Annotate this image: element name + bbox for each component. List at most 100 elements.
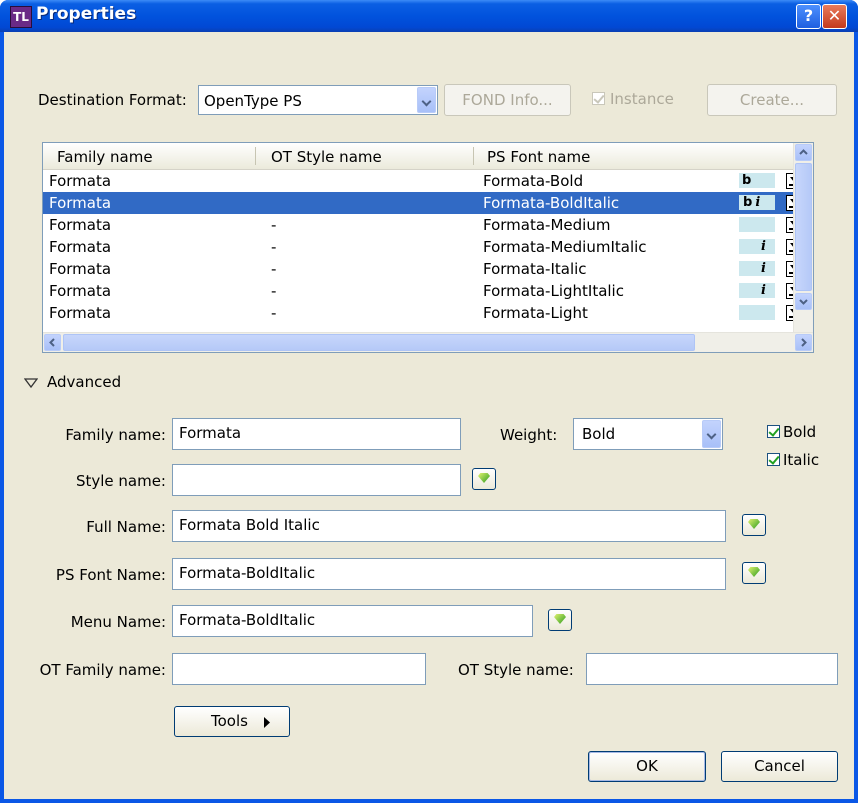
ot-style-cell: - bbox=[271, 260, 277, 278]
weight-select[interactable]: Bold bbox=[573, 418, 723, 450]
close-button[interactable]: ✕ bbox=[822, 4, 847, 29]
table-row[interactable]: Formata - Formata-MediumItalic i bbox=[43, 236, 813, 258]
bold-label: Bold bbox=[783, 423, 817, 441]
gem-icon-button[interactable] bbox=[742, 562, 766, 584]
ot-style-cell: - bbox=[271, 304, 277, 322]
ps-font-name-value: Formata-BoldItalic bbox=[179, 564, 316, 582]
scroll-down-button[interactable] bbox=[795, 293, 812, 310]
family-name-label: Family name: bbox=[65, 426, 166, 444]
ot-style-name-label: OT Style name: bbox=[458, 661, 574, 679]
ps-name-cell: Formata-MediumItalic bbox=[483, 238, 647, 256]
ot-style-cell: - bbox=[271, 238, 277, 256]
ot-family-name-input[interactable] bbox=[172, 653, 426, 685]
table-row[interactable]: Formata - Formata-Medium bbox=[43, 214, 813, 236]
ok-button[interactable]: OK bbox=[588, 751, 706, 782]
ps-name-cell: Formata-Light bbox=[483, 304, 588, 322]
instance-label: Instance bbox=[610, 90, 674, 108]
family-cell: Formata bbox=[49, 238, 112, 256]
weight-value: Bold bbox=[582, 425, 616, 443]
table-row[interactable]: Formata - Formata-Light bbox=[43, 302, 813, 324]
app-logo-icon: TL bbox=[10, 6, 32, 28]
menu-name-value: Formata-BoldItalic bbox=[179, 611, 316, 629]
advanced-toggle[interactable]: Advanced bbox=[47, 373, 121, 391]
bold-checkbox[interactable] bbox=[767, 425, 780, 438]
column-header-family[interactable]: Family name bbox=[57, 148, 153, 166]
horizontal-scrollbar[interactable] bbox=[43, 332, 813, 352]
ot-style-cell: - bbox=[271, 282, 277, 300]
ps-font-name-label: PS Font Name: bbox=[55, 566, 166, 584]
style-name-input[interactable] bbox=[172, 464, 461, 496]
column-divider[interactable] bbox=[473, 147, 474, 165]
gem-icon-button[interactable] bbox=[472, 468, 496, 490]
tools-label: Tools bbox=[211, 712, 248, 730]
style-name-label: Style name: bbox=[75, 472, 166, 490]
list-header: Family name OT Style name PS Font name bbox=[43, 143, 813, 170]
full-name-label: Full Name: bbox=[86, 518, 166, 536]
style-regular-tag bbox=[739, 217, 775, 232]
font-list[interactable]: Family name OT Style name PS Font name F… bbox=[42, 142, 814, 353]
triangle-down-icon[interactable] bbox=[24, 377, 38, 389]
properties-dialog: TL Properties ? ✕ Destination Format: Op… bbox=[0, 0, 858, 803]
table-row[interactable]: Formata - Formata-Italic i bbox=[43, 258, 813, 280]
cancel-button[interactable]: Cancel bbox=[721, 751, 838, 782]
ps-font-name-input[interactable]: Formata-BoldItalic bbox=[172, 558, 726, 590]
family-cell: Formata bbox=[49, 282, 112, 300]
family-name-input[interactable]: Formata bbox=[172, 418, 461, 450]
ps-name-cell: Formata-Italic bbox=[483, 260, 587, 278]
destination-format-label: Destination Format: bbox=[38, 91, 187, 109]
destination-format-select[interactable]: OpenType PS bbox=[198, 85, 438, 115]
menu-name-label: Menu Name: bbox=[70, 613, 166, 631]
family-cell: Formata bbox=[49, 304, 112, 322]
scroll-right-button[interactable] bbox=[795, 334, 812, 351]
ps-name-cell: Formata-BoldItalic bbox=[483, 194, 620, 212]
table-row[interactable]: Formata - Formata-LightItalic i bbox=[43, 280, 813, 302]
ot-style-name-input[interactable] bbox=[586, 653, 838, 685]
table-row[interactable]: Formata Formata-Bold b bbox=[43, 170, 813, 192]
horizontal-scroll-thumb[interactable] bbox=[63, 334, 695, 351]
family-cell: Formata bbox=[49, 216, 112, 234]
chevron-down-icon bbox=[799, 299, 808, 305]
chevron-left-icon bbox=[49, 338, 55, 347]
ps-name-cell: Formata-LightItalic bbox=[483, 282, 624, 300]
weight-label: Weight: bbox=[500, 426, 558, 444]
style-bold-italic-tag: bi bbox=[739, 195, 775, 210]
column-header-ot-style[interactable]: OT Style name bbox=[271, 148, 382, 166]
column-divider[interactable] bbox=[255, 147, 256, 165]
column-header-ps-font[interactable]: PS Font name bbox=[487, 148, 590, 166]
chevron-down-icon[interactable] bbox=[702, 420, 721, 448]
style-italic-tag: i bbox=[739, 239, 775, 254]
title-bar[interactable]: TL Properties ? ✕ bbox=[0, 0, 858, 32]
tools-button[interactable]: Tools bbox=[174, 706, 290, 737]
dialog-body: Destination Format: OpenType PS FOND Inf… bbox=[4, 32, 854, 799]
style-bold-tag: b bbox=[739, 173, 775, 188]
instance-checkbox[interactable] bbox=[592, 92, 605, 105]
gem-icon-button[interactable] bbox=[742, 514, 766, 536]
italic-label: Italic bbox=[783, 451, 820, 469]
triangle-right-icon bbox=[264, 717, 270, 728]
scroll-up-button[interactable] bbox=[795, 144, 812, 161]
menu-name-input[interactable]: Formata-BoldItalic bbox=[172, 605, 533, 637]
ps-name-cell: Formata-Medium bbox=[483, 216, 611, 234]
family-cell: Formata bbox=[49, 260, 112, 278]
full-name-input[interactable]: Formata Bold Italic bbox=[172, 510, 726, 542]
help-button[interactable]: ? bbox=[796, 4, 821, 29]
chevron-right-icon bbox=[801, 338, 807, 347]
family-cell: Formata bbox=[49, 194, 112, 212]
window-title: Properties bbox=[36, 4, 137, 24]
scroll-left-button[interactable] bbox=[44, 334, 61, 351]
create-button[interactable]: Create... bbox=[707, 84, 837, 116]
family-cell: Formata bbox=[49, 172, 112, 190]
chevron-up-icon bbox=[799, 149, 808, 155]
table-row-selected[interactable]: Formata Formata-BoldItalic bi bbox=[43, 192, 813, 214]
vertical-scrollbar[interactable] bbox=[793, 143, 813, 333]
style-italic-tag: i bbox=[739, 283, 775, 298]
ot-family-name-label: OT Family name: bbox=[39, 661, 166, 679]
chevron-down-icon[interactable] bbox=[417, 87, 436, 113]
full-name-value: Formata Bold Italic bbox=[179, 516, 320, 534]
italic-checkbox[interactable] bbox=[767, 453, 780, 466]
vertical-scroll-thumb[interactable] bbox=[795, 163, 812, 291]
family-name-value: Formata bbox=[179, 424, 242, 442]
gem-icon-button[interactable] bbox=[548, 609, 572, 631]
ps-name-cell: Formata-Bold bbox=[483, 172, 584, 190]
fond-info-button[interactable]: FOND Info... bbox=[444, 84, 571, 116]
